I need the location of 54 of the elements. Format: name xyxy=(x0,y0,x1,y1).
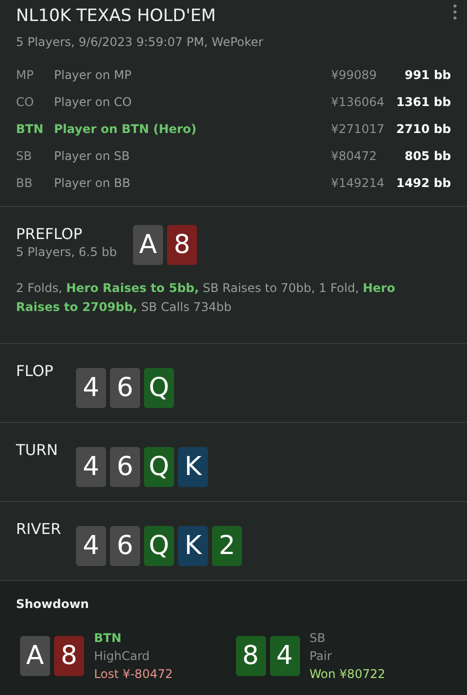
action-summary: 2 Folds, Hero Raises to 5bb, SB Raises to 70bb, 1 Fold, Hero Raises to 2709bb, SB Calls 734bb xyxy=(16,280,396,316)
street-name: PREFLOP xyxy=(16,225,84,243)
player-name: Player on BB xyxy=(54,176,132,190)
player-chips: ¥99089 xyxy=(331,68,395,82)
street-name: TURN xyxy=(16,441,59,459)
playing-card: 4 xyxy=(76,526,106,566)
player-stack: 1361 bb xyxy=(395,94,451,108)
playing-card: Q xyxy=(144,447,174,487)
player-chips: ¥149214 xyxy=(331,176,395,190)
street-name: FLOP xyxy=(16,362,54,380)
player-stack: 2710 bb xyxy=(395,122,451,136)
player-position: CO xyxy=(16,94,35,108)
playing-card: 4 xyxy=(76,447,106,487)
player-chips: ¥136064 xyxy=(331,94,395,108)
playing-card: 6 xyxy=(110,526,140,566)
street-name: RIVER xyxy=(16,520,62,538)
more-options-icon[interactable] xyxy=(453,4,457,20)
playing-card: 8 xyxy=(167,225,197,265)
player-chips: ¥80472 xyxy=(331,148,395,162)
playing-card: 6 xyxy=(110,368,140,408)
playing-card: Q xyxy=(144,526,174,566)
hand-result: Lost ¥-80472 xyxy=(94,667,173,681)
player-position: SB xyxy=(16,148,33,162)
hand-result: Won ¥80722 xyxy=(310,667,386,681)
playing-card: 2 xyxy=(212,526,242,566)
hand-rank: HighCard xyxy=(94,649,151,663)
player-stack: 1492 bb xyxy=(395,176,451,190)
player-position: MP xyxy=(16,68,35,82)
playing-card: 4 xyxy=(76,368,106,408)
playing-card: 4 xyxy=(270,636,300,676)
player-stack: 991 bb xyxy=(404,68,451,82)
player-name: Player on SB xyxy=(54,148,131,162)
player-stack: 805 bb xyxy=(404,148,451,162)
showdown-title: Showdown xyxy=(16,597,90,611)
game-details: 5 Players, 9/6/2023 9:59:07 PM, WePoker xyxy=(16,35,264,49)
player-position: BB xyxy=(16,176,34,190)
game-title: NL10K TEXAS HOLD'EM xyxy=(16,6,217,26)
player-position: BTN xyxy=(94,631,122,645)
player-chips: ¥271017 xyxy=(331,122,395,136)
playing-card: K xyxy=(178,447,208,487)
playing-card: 6 xyxy=(110,447,140,487)
playing-card: A xyxy=(133,225,163,265)
player-position: SB xyxy=(310,631,326,645)
playing-card: K xyxy=(178,526,208,566)
player-name: Player on CO xyxy=(54,94,133,108)
playing-card: A xyxy=(20,636,50,676)
player-name: Player on BTN (Hero) xyxy=(54,122,198,136)
playing-card: Q xyxy=(144,368,174,408)
hand-rank: Pair xyxy=(310,649,333,663)
playing-card: 8 xyxy=(54,636,84,676)
street-info: 5 Players, 6.5 bb xyxy=(16,245,118,259)
player-position: BTN xyxy=(16,122,44,136)
player-name: Player on MP xyxy=(54,68,133,82)
playing-card: 8 xyxy=(236,636,266,676)
